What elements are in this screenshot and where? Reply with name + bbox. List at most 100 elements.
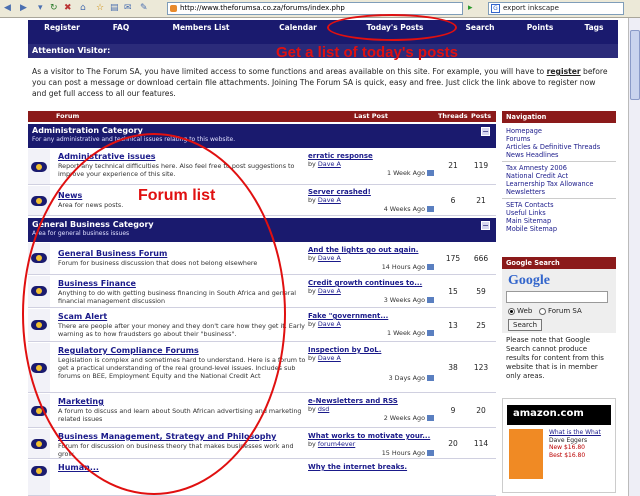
last-post-author[interactable]: Dave A (318, 354, 341, 362)
nav-link[interactable]: Learnership Tax Allowance (502, 180, 616, 188)
nav-search[interactable]: Search (450, 20, 510, 36)
book-cover[interactable] (509, 429, 543, 479)
home-icon[interactable]: ⌂ (80, 3, 86, 14)
header-last-post: Last Post (354, 112, 388, 120)
nav-link[interactable]: Articles & Definitive Threads (502, 143, 616, 151)
last-post-author[interactable]: dsd (318, 405, 329, 413)
google-search-button[interactable]: Search (508, 319, 543, 331)
header-forum: Forum (56, 112, 80, 120)
go-to-post-icon[interactable] (427, 297, 434, 303)
annotation-ellipse-todays-posts (327, 14, 457, 41)
nav-link[interactable]: Mobile Sitemap (502, 225, 616, 233)
book-author: Dave Eggers (549, 436, 588, 444)
divider (502, 161, 616, 162)
nav-link[interactable]: Main Sitemap (502, 217, 616, 225)
radio-web[interactable] (508, 307, 515, 315)
nav-members-list[interactable]: Members List (146, 20, 256, 36)
thread-count: 13 (448, 321, 458, 330)
dropdown-icon[interactable]: ▾ (38, 3, 43, 14)
url-text: http://www.theforumsa.co.za/forums/index… (180, 4, 345, 12)
go-to-post-icon[interactable] (427, 330, 434, 336)
last-post-title[interactable]: Fake "government... (308, 312, 434, 320)
nav-link[interactable]: News Headlines (502, 151, 616, 159)
header-posts: Posts (471, 112, 492, 120)
nav-link[interactable]: Tax Amnesty 2006 (502, 164, 616, 172)
forward-icon[interactable]: ▶ (20, 3, 27, 14)
last-post-title[interactable]: Inspection by DoL. (308, 346, 434, 354)
google-icon: G (491, 4, 500, 13)
go-to-post-icon[interactable] (427, 206, 434, 212)
last-post-title[interactable]: And the lights go out again. (308, 246, 434, 254)
address-bar[interactable]: http://www.theforumsa.co.za/forums/index… (167, 2, 463, 15)
scrollbar-thumb[interactable] (630, 30, 640, 100)
last-post-time: 15 Hours Ago (381, 449, 425, 457)
print-icon[interactable]: ▤ (110, 3, 119, 14)
post-count: 123 (473, 363, 489, 372)
attention-body: As a visitor to The Forum SA, you have l… (28, 60, 618, 102)
last-post-time: 14 Hours Ago (381, 263, 425, 271)
nav-link[interactable]: Newsletters (502, 188, 616, 196)
last-post-author[interactable]: Dave A (318, 160, 341, 168)
last-post: And the lights go out again. by Dave A 1… (308, 246, 434, 271)
annotation-todays-posts: Get a list of today's posts (276, 44, 458, 61)
nav-link[interactable]: SETA Contacts (502, 201, 616, 209)
edit-icon[interactable]: ✎ (140, 3, 148, 14)
nav-link[interactable]: Forums (502, 135, 616, 143)
nav-link[interactable]: National Credit Act (502, 172, 616, 180)
collapse-icon[interactable]: − (481, 127, 490, 136)
post-count: 59 (476, 287, 486, 296)
back-icon[interactable]: ◀ (4, 3, 11, 14)
last-post-title[interactable]: e-Newsletters and RSS (308, 397, 434, 405)
go-to-post-icon[interactable] (427, 450, 434, 456)
forum-status-icon (31, 196, 47, 206)
nav-link[interactable]: Useful Links (502, 209, 616, 217)
last-post-author[interactable]: Dave A (318, 320, 341, 328)
last-post-title[interactable]: What works to motivate your... (308, 432, 434, 440)
nav-register[interactable]: Register (28, 20, 96, 36)
book-title[interactable]: What is the What (549, 429, 601, 437)
last-post-title[interactable]: Server crashed! (308, 188, 434, 196)
post-count: 666 (473, 254, 489, 263)
last-post-author[interactable]: Dave A (318, 287, 341, 295)
nav-link[interactable]: Homepage (502, 127, 616, 135)
last-post-time: 1 Week Ago (387, 329, 425, 337)
mail-icon[interactable]: ✉ (124, 3, 132, 14)
thread-count: 38 (448, 363, 458, 372)
go-icon[interactable]: ▸ (468, 3, 473, 14)
go-to-post-icon[interactable] (427, 415, 434, 421)
register-link[interactable]: register (547, 67, 581, 76)
category-administration: Administration Category For any administ… (28, 124, 496, 148)
category-title[interactable]: Administration Category (32, 126, 143, 135)
navbar-band (28, 36, 618, 44)
navigation-title: Navigation (502, 111, 616, 123)
last-post-title[interactable]: Credit growth continues to... (308, 279, 434, 287)
nav-points[interactable]: Points (510, 20, 570, 36)
reload-icon[interactable]: ↻ (50, 3, 58, 14)
browser-search-input[interactable]: G export inkscape (488, 2, 624, 15)
book-price-best: Best $16.80 (549, 451, 586, 459)
go-to-post-icon[interactable] (427, 375, 434, 381)
last-post-author[interactable]: Dave A (318, 196, 341, 204)
post-count: 114 (473, 439, 489, 448)
go-to-post-icon[interactable] (427, 264, 434, 270)
last-post-author[interactable]: Dave A (318, 254, 341, 262)
amazon-widget[interactable]: amazon.com What is the What Dave Eggers … (502, 398, 616, 493)
bookmark-icon[interactable]: ☆ (96, 3, 104, 14)
nav-faq[interactable]: FAQ (96, 20, 146, 36)
last-post: Server crashed! by Dave A 4 Weeks Ago (308, 188, 434, 213)
thread-count: 9 (450, 406, 456, 415)
header-threads: Threads (438, 112, 468, 120)
sidebar-google: Google Search Google Web Forum SA Search… (502, 257, 616, 384)
radio-forum-sa[interactable] (538, 307, 546, 315)
stop-icon[interactable]: ✖ (64, 3, 72, 14)
amazon-logo[interactable]: amazon.com (507, 405, 611, 425)
post-count: 119 (473, 161, 489, 170)
scrollbar[interactable] (628, 18, 640, 496)
collapse-icon[interactable]: − (481, 221, 490, 230)
go-to-post-icon[interactable] (427, 170, 434, 176)
nav-tags[interactable]: Tags (570, 20, 618, 36)
last-post-title[interactable]: erratic response (308, 152, 434, 160)
google-search-input[interactable] (506, 291, 608, 303)
last-post-author[interactable]: forum4ever (318, 440, 355, 448)
last-post-title[interactable]: Why the internet breaks. (308, 463, 434, 471)
